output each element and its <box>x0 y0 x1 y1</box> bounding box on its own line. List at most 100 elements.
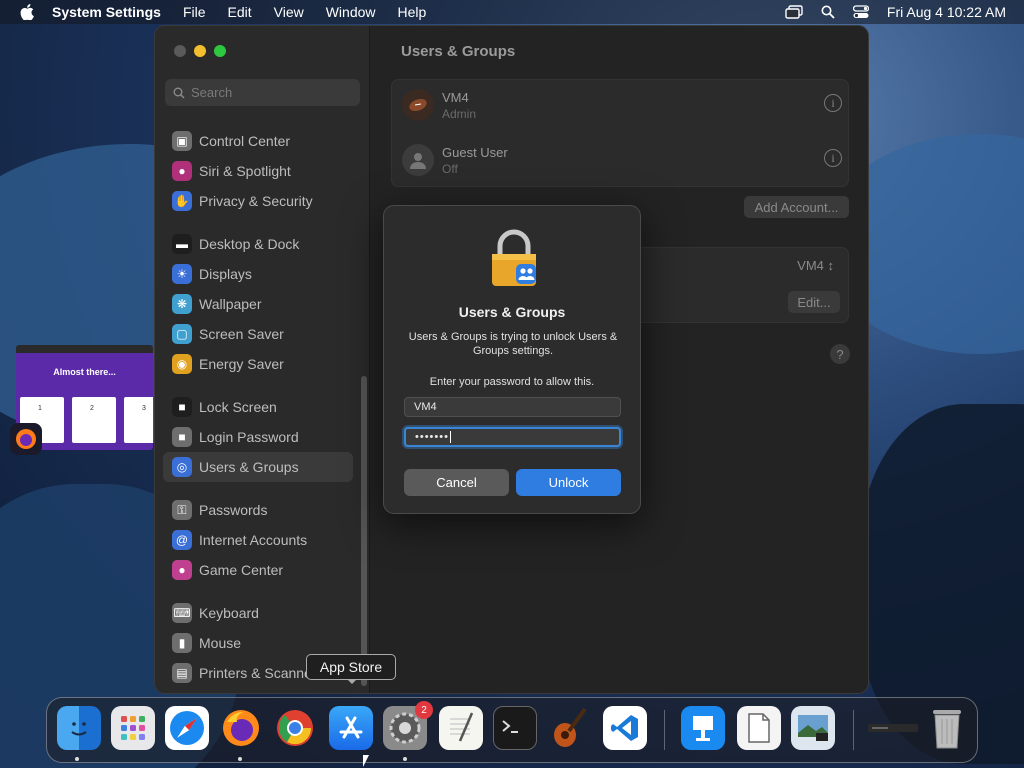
lock-icon: ■ <box>172 397 192 417</box>
password-value: ••••••• <box>415 431 449 443</box>
unlock-dialog: Users & Groups Users & Groups is trying … <box>383 205 641 514</box>
sidebar-item-passwords[interactable]: ⚿ Passwords <box>163 495 353 525</box>
sidebar-item-label: Users & Groups <box>199 459 299 475</box>
edit-button[interactable]: Edit... <box>788 291 840 313</box>
bulb-icon: ◉ <box>172 354 192 374</box>
keynote-icon[interactable] <box>681 706 725 750</box>
automatic-login-popup[interactable]: VM4 ↕ <box>797 258 834 273</box>
username-field[interactable]: VM4 <box>404 397 621 417</box>
help-button[interactable]: ? <box>830 344 850 364</box>
menu-help[interactable]: Help <box>398 4 427 20</box>
unlock-button[interactable]: Unlock <box>516 469 621 496</box>
thumbnail-step-card: 2 <box>72 397 116 443</box>
sidebar-item-label: Displays <box>199 266 252 282</box>
lock-icon: ■ <box>172 427 192 447</box>
sidebar-item-label: Screen Saver <box>199 326 284 342</box>
menu-app-name[interactable]: System Settings <box>52 4 161 20</box>
key-icon: ⚿ <box>172 500 192 520</box>
info-icon[interactable]: i <box>824 149 842 167</box>
firefox-icon[interactable] <box>219 706 263 750</box>
sidebar-item-energy-saver[interactable]: ◉ Energy Saver <box>163 349 353 379</box>
sidebar-item-label: Desktop & Dock <box>199 236 300 252</box>
mouse-cursor <box>363 755 369 767</box>
sidebar-item-siri-spotlight[interactable]: ● Siri & Spotlight <box>163 156 353 186</box>
sidebar-item-lock-screen[interactable]: ■ Lock Screen <box>163 392 353 422</box>
wallpaper-icon: ❋ <box>172 294 192 314</box>
minimize-button[interactable] <box>194 45 206 57</box>
sidebar-item-keyboard[interactable]: ⌨ Keyboard <box>163 598 353 628</box>
system-settings-icon[interactable]: 2 <box>383 701 433 750</box>
textedit-icon[interactable] <box>439 706 483 750</box>
control-center-icon[interactable] <box>852 5 869 19</box>
sidebar-item-users-groups[interactable]: ◎ Users & Groups <box>163 452 353 482</box>
app-store-icon[interactable] <box>329 706 373 750</box>
sidebar-item-label: Keyboard <box>199 605 259 621</box>
user-row-guest[interactable]: Guest User Off i <box>402 137 842 183</box>
close-button[interactable] <box>174 45 186 57</box>
password-field[interactable]: ••••••• <box>404 427 621 447</box>
menu-window[interactable]: Window <box>326 4 376 20</box>
sidebar-item-login-password[interactable]: ■ Login Password <box>163 422 353 452</box>
search-input[interactable] <box>191 85 351 100</box>
sidebar-item-privacy-security[interactable]: ✋ Privacy & Security <box>163 186 353 216</box>
sidebar-list: ▣ Control Center ● Siri & Spotlight ✋ Privacy… <box>163 126 353 688</box>
spotlight-search-icon[interactable] <box>821 5 835 19</box>
sidebar: ▣ Control Center ● Siri & Spotlight ✋ Privacy… <box>155 26 370 693</box>
keyboard-icon: ⌨ <box>172 603 192 623</box>
username-value: VM4 <box>414 401 437 413</box>
search-icon <box>173 87 185 99</box>
chrome-icon[interactable] <box>273 706 317 750</box>
terminal-icon[interactable] <box>493 706 537 750</box>
dialog-message: Users & Groups is trying to unlock Users… <box>408 331 618 357</box>
garageband-icon[interactable] <box>547 706 591 750</box>
menu-file[interactable]: File <box>183 4 206 20</box>
zoom-button[interactable] <box>214 45 226 57</box>
sidebar-item-internet-accounts[interactable]: @ Internet Accounts <box>163 525 353 555</box>
menu-view[interactable]: View <box>274 4 304 20</box>
menu-edit[interactable]: Edit <box>228 4 252 20</box>
user-role: Admin <box>442 106 477 121</box>
info-icon[interactable]: i <box>824 94 842 112</box>
sidebar-item-game-center[interactable]: ● Game Center <box>163 555 353 585</box>
sidebar-item-wallpaper[interactable]: ❋ Wallpaper <box>163 289 353 319</box>
trash-icon[interactable] <box>925 706 969 750</box>
user-row-vm4[interactable]: VM4 Admin i <box>402 82 842 128</box>
cancel-button[interactable]: Cancel <box>404 469 509 496</box>
finder-icon[interactable] <box>57 706 101 750</box>
sidebar-item-screen-saver[interactable]: ▢ Screen Saver <box>163 319 353 349</box>
sidebar-item-label: Mouse <box>199 635 242 651</box>
user-role: Off <box>442 161 458 176</box>
minimized-window-thumbnail[interactable] <box>867 706 919 750</box>
screensaver-icon: ▢ <box>172 324 192 344</box>
gamecenter-icon: ● <box>172 560 192 580</box>
sidebar-item-label: Passwords <box>199 502 268 518</box>
lock-users-icon <box>492 229 536 286</box>
sidebar-item-control-center[interactable]: ▣ Control Center <box>163 126 353 156</box>
mouse-icon: ▮ <box>172 633 192 653</box>
sidebar-item-label: Internet Accounts <box>199 532 308 548</box>
sidebar-item-desktop-dock[interactable]: ▬ Desktop & Dock <box>163 229 353 259</box>
add-account-button[interactable]: Add Account... <box>744 196 849 218</box>
sidebar-item-label: Wallpaper <box>199 296 262 312</box>
preview-icon[interactable] <box>737 706 781 750</box>
screen-mirroring-icon[interactable] <box>785 5 803 19</box>
page-title: Users & Groups <box>401 43 516 60</box>
dock-icon: ▬ <box>172 234 192 254</box>
sidebar-item-displays[interactable]: ☀ Displays <box>163 259 353 289</box>
apple-icon[interactable] <box>18 4 36 20</box>
sidebar-item-label: Siri & Spotlight <box>199 163 291 179</box>
photos-viewer-icon[interactable] <box>791 706 835 750</box>
notification-badge: 2 <box>415 701 433 719</box>
menubar-clock[interactable]: Fri Aug 4 10:22 AM <box>887 4 1006 20</box>
vscode-icon[interactable] <box>603 706 647 750</box>
sidebar-scrollbar[interactable] <box>361 376 367 686</box>
printer-icon: ▤ <box>172 663 192 683</box>
safari-icon[interactable] <box>165 706 209 750</box>
launchpad-icon[interactable] <box>111 706 155 750</box>
sidebar-search[interactable] <box>165 79 360 106</box>
users-icon: ◎ <box>172 457 192 477</box>
